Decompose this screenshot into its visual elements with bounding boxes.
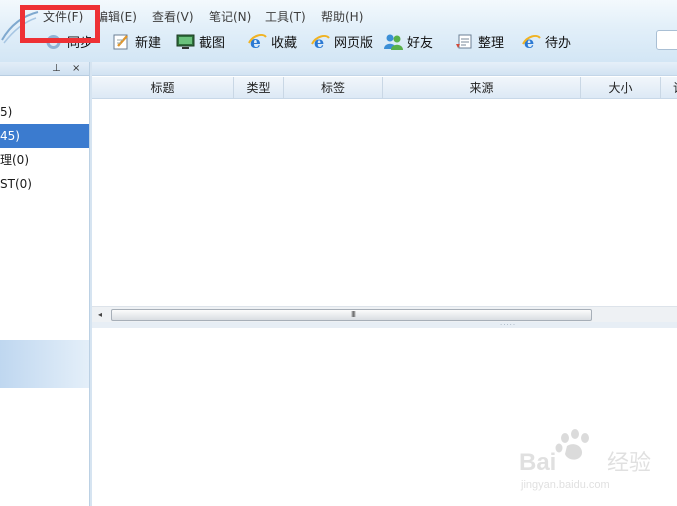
todo-button-label: 待办 xyxy=(545,35,572,51)
menu-edit[interactable]: 编辑(E) xyxy=(94,8,139,26)
menu-view[interactable]: 查看(V) xyxy=(150,8,196,26)
scrollbar-thumb[interactable]: III xyxy=(111,309,592,321)
column-source[interactable]: 来源 xyxy=(383,77,581,99)
tree-item[interactable]: ST(0) xyxy=(0,172,89,196)
column-title[interactable]: 标题 xyxy=(92,77,234,99)
horizontal-scrollbar[interactable]: ◂ III xyxy=(92,306,677,322)
screenshot-icon xyxy=(176,32,195,51)
main-toolbar: 同步 新建 截图 e 收藏 e 网页版 好友 整理 e 待办 xyxy=(0,30,677,53)
new-note-button-label: 新建 xyxy=(135,35,162,51)
column-tags[interactable]: 标签 xyxy=(284,77,383,99)
column-size[interactable]: 大小 xyxy=(581,77,661,99)
search-input[interactable] xyxy=(656,30,677,50)
sync-button-label: 同步 xyxy=(67,35,94,51)
friends-icon xyxy=(384,32,403,51)
scrollbar-grip-icon: III xyxy=(350,310,356,319)
web-version-button[interactable]: e 网页版 xyxy=(311,30,373,52)
web-version-icon: e xyxy=(311,32,330,52)
ie-favorite-icon: e xyxy=(248,32,267,53)
note-preview-pane[interactable] xyxy=(92,328,677,506)
app-top-chrome: 文件(F) 编辑(E) 查看(V) 笔记(N) 工具(T) 帮助(H) 同步 新… xyxy=(0,0,677,62)
web-version-button-label: 网页版 xyxy=(334,35,374,51)
organize-button-label: 整理 xyxy=(478,35,505,51)
tree-item-selected[interactable]: 45) xyxy=(0,124,89,148)
panel-section-band xyxy=(0,340,89,388)
pin-icon[interactable]: ⊥ xyxy=(52,62,61,76)
favorite-button[interactable]: e 收藏 xyxy=(248,30,298,53)
sync-icon xyxy=(44,32,63,51)
menu-notes[interactable]: 笔记(N) xyxy=(207,8,253,26)
column-truncated[interactable]: 记 xyxy=(661,77,677,99)
screenshot-button-label: 截图 xyxy=(199,35,226,51)
notebook-tree-panel: ⊥ × 5) 45) 理(0) ST(0) xyxy=(0,62,90,506)
column-type[interactable]: 类型 xyxy=(234,77,284,99)
menu-tools[interactable]: 工具(T) xyxy=(263,8,308,26)
note-list-body[interactable] xyxy=(92,100,677,306)
new-note-button[interactable]: 新建 xyxy=(112,30,161,52)
organize-icon xyxy=(455,32,474,51)
notebook-tree: 5) 45) 理(0) ST(0) xyxy=(0,100,89,196)
friends-button[interactable]: 好友 xyxy=(384,30,433,52)
sync-button[interactable]: 同步 xyxy=(44,30,93,52)
column-header-row: 标题 类型 标签 来源 大小 记 xyxy=(92,77,677,99)
menu-file[interactable]: 文件(F) xyxy=(41,8,85,26)
new-note-icon xyxy=(112,32,131,51)
tree-item[interactable]: 理(0) xyxy=(0,148,89,172)
friends-button-label: 好友 xyxy=(407,35,434,51)
scroll-left-arrow-icon[interactable]: ◂ xyxy=(94,307,106,323)
todo-icon: e xyxy=(522,32,541,52)
close-icon[interactable]: × xyxy=(72,62,80,76)
organize-button[interactable]: 整理 xyxy=(455,30,504,52)
menu-help[interactable]: 帮助(H) xyxy=(319,8,365,26)
list-title-bar xyxy=(92,62,677,76)
todo-button[interactable]: e 待办 xyxy=(522,30,571,52)
tree-item[interactable]: 5) xyxy=(0,100,89,124)
favorite-button-label: 收藏 xyxy=(271,35,298,51)
panel-header: ⊥ × xyxy=(0,62,89,76)
screenshot-button[interactable]: 截图 xyxy=(176,30,225,52)
